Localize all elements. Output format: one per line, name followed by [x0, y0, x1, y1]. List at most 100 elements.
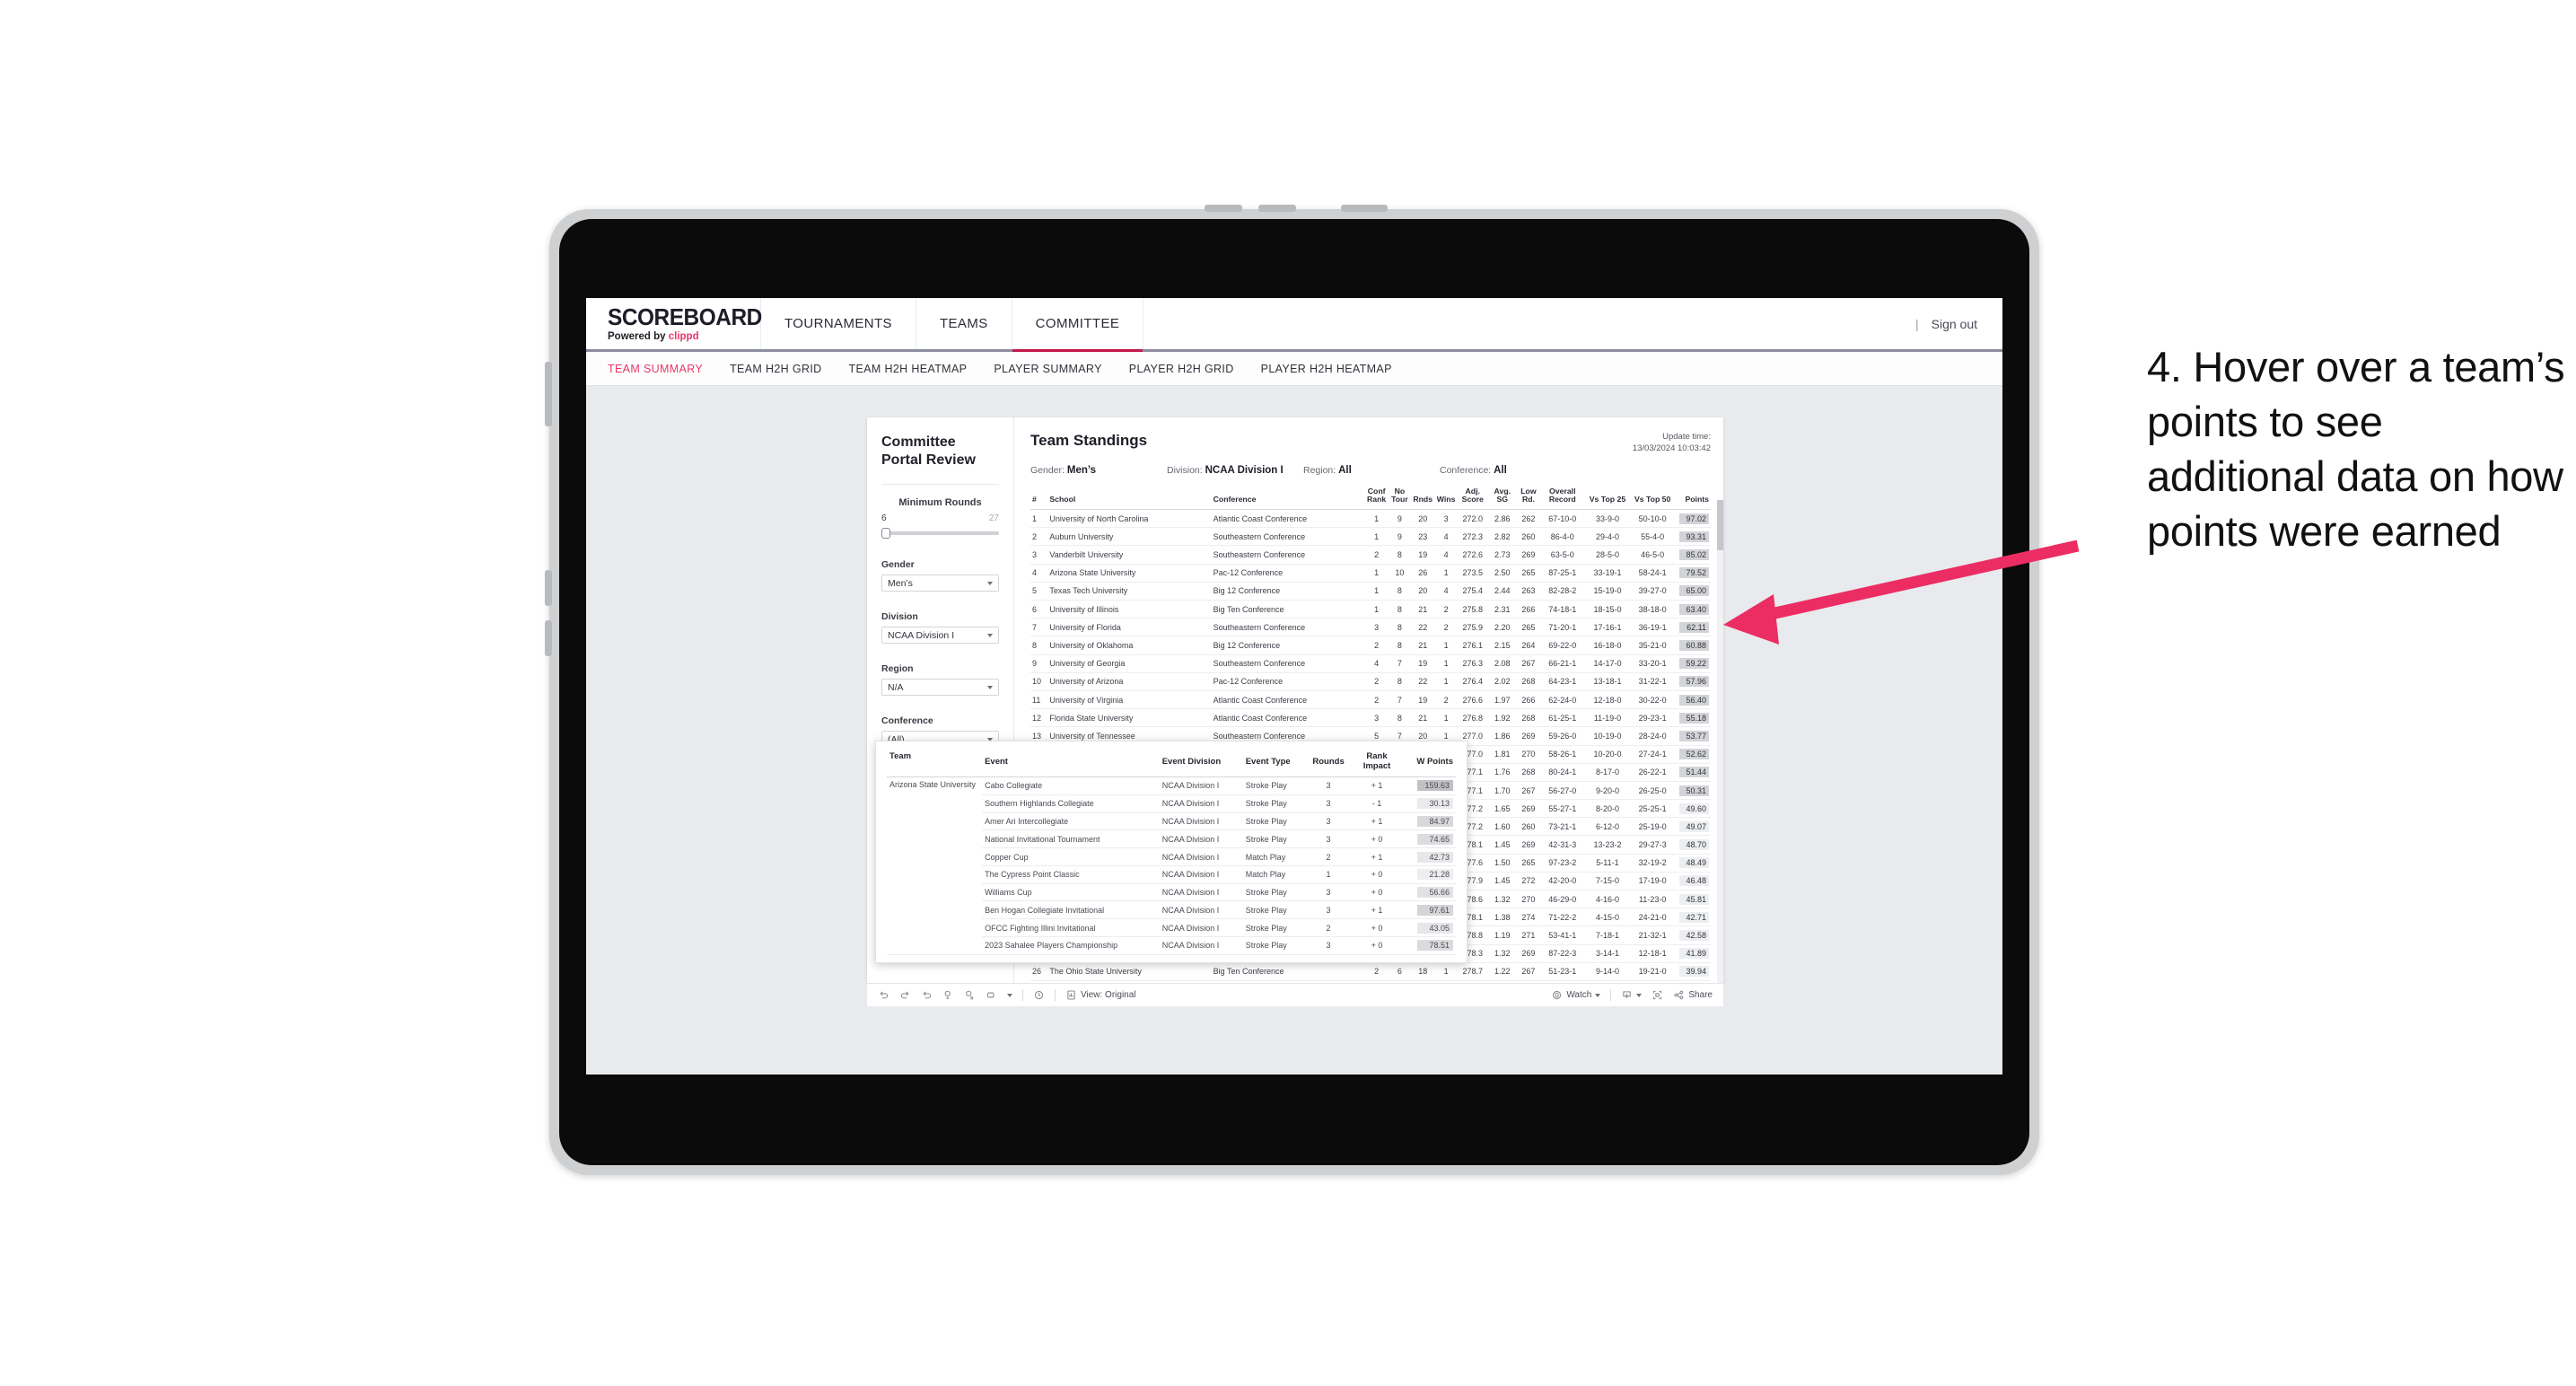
tab-player-h2h-grid[interactable]: PLAYER H2H GRID [1129, 363, 1234, 375]
points-value[interactable]: 39.94 [1679, 966, 1709, 978]
cell-points[interactable]: 42.58 [1675, 925, 1711, 945]
cell-points[interactable]: 51.44 [1675, 763, 1711, 782]
col-low-rd[interactable]: Low Rd. [1517, 484, 1540, 511]
cell-points[interactable]: 41.89 [1675, 944, 1711, 963]
points-value[interactable]: 49.60 [1679, 803, 1709, 814]
pause-autoupdate-icon[interactable] [964, 989, 976, 1001]
col-conf-rank[interactable]: Conf Rank [1364, 484, 1389, 511]
table-row[interactable]: 5 Texas Tech University Big 12 Conference 1… [1030, 582, 1711, 601]
table-row[interactable]: 8 University of Oklahoma Big 12 Conference… [1030, 636, 1711, 655]
col-vs-top-50[interactable]: Vs Top 50 [1630, 484, 1676, 511]
col-adj-score[interactable]: Adj. Score [1458, 484, 1488, 511]
col-rank[interactable]: # [1030, 484, 1048, 511]
cell-points[interactable]: 49.60 [1675, 799, 1711, 819]
redo-icon[interactable] [899, 989, 911, 1001]
slider-handle[interactable] [881, 528, 890, 539]
table-row[interactable]: 11 University of Virginia Atlantic Coast C… [1030, 690, 1711, 710]
col-rnds[interactable]: Rnds [1411, 484, 1435, 511]
chevron-down-icon[interactable] [1007, 993, 1012, 997]
table-row[interactable]: 2 Auburn University Southeastern Conferenc… [1030, 527, 1711, 547]
col-avg-sg[interactable]: Avg. SG [1487, 484, 1518, 511]
download-button[interactable] [1621, 989, 1643, 1001]
col-vs-top-25[interactable]: Vs Top 25 [1584, 484, 1631, 511]
col-conference[interactable]: Conference [1211, 484, 1365, 511]
nav-item-committee[interactable]: COMMITTEE [1012, 298, 1144, 352]
cell-points[interactable]: 42.71 [1675, 908, 1711, 927]
sign-out-link[interactable]: Sign out [1932, 317, 1977, 331]
minimum-rounds-slider[interactable] [881, 527, 999, 539]
cell-points[interactable]: 46.48 [1675, 872, 1711, 891]
fullscreen-icon[interactable] [1652, 989, 1663, 1001]
revert-icon[interactable] [921, 989, 933, 1001]
cell-points[interactable]: 48.49 [1675, 854, 1711, 873]
table-row[interactable]: 26 The Ohio State University Big Ten Confe… [1030, 962, 1711, 981]
tab-player-summary[interactable]: PLAYER SUMMARY [994, 363, 1101, 375]
cell-n: 2 [1030, 527, 1048, 547]
points-value[interactable]: 45.81 [1679, 893, 1709, 905]
points-value[interactable]: 42.58 [1679, 930, 1709, 941]
tab-team-h2h-grid[interactable]: TEAM H2H GRID [730, 363, 821, 375]
points-value[interactable]: 49.07 [1679, 820, 1709, 832]
cell-points[interactable]: 48.70 [1675, 835, 1711, 855]
filter-region-select[interactable]: N/A [881, 679, 999, 696]
cell-notour: 8 [1388, 582, 1412, 601]
toolbar-right-group: Watch Share [1551, 989, 1713, 1001]
table-row[interactable]: 3 Vanderbilt University Southeastern Confe… [1030, 545, 1711, 565]
table-row[interactable]: 12 Florida State University Atlantic Coast… [1030, 708, 1711, 728]
nav-item-tournaments[interactable]: TOURNAMENTS [761, 298, 916, 349]
points-value[interactable]: 57.96 [1679, 676, 1709, 688]
points-value[interactable]: 50.31 [1679, 785, 1709, 796]
points-value[interactable]: 41.89 [1679, 948, 1709, 960]
table-row[interactable]: 10 University of Arizona Pac-12 Conference… [1030, 672, 1711, 691]
points-value[interactable]: 51.44 [1679, 767, 1709, 778]
undo-icon[interactable] [878, 989, 889, 1001]
nav-item-teams[interactable]: TEAMS [916, 298, 1012, 349]
cell-points[interactable]: 39.94 [1675, 962, 1711, 981]
filter-gender-select[interactable]: Men’s [881, 575, 999, 592]
tab-team-summary[interactable]: TEAM SUMMARY [608, 363, 703, 375]
points-value[interactable]: 55.18 [1679, 712, 1709, 724]
points-value[interactable]: 56.40 [1679, 694, 1709, 706]
refresh-data-icon[interactable] [942, 989, 954, 1001]
points-value[interactable]: 48.49 [1679, 857, 1709, 869]
col-overall-record[interactable]: Overall Record [1539, 484, 1585, 511]
points-value[interactable]: 42.71 [1679, 911, 1709, 923]
tab-player-h2h-heatmap[interactable]: PLAYER H2H HEATMAP [1261, 363, 1392, 375]
col-no-tour[interactable]: No Tour [1388, 484, 1412, 511]
slider-track[interactable] [881, 531, 999, 535]
watch-button[interactable]: Watch [1551, 989, 1601, 1001]
points-value[interactable]: 53.77 [1679, 730, 1709, 741]
pause-icon[interactable] [986, 989, 997, 1001]
cell-points[interactable]: 56.40 [1675, 690, 1711, 710]
table-row[interactable]: 4 Arizona State University Pac-12 Conferen… [1030, 564, 1711, 583]
cell-points[interactable]: 53.77 [1675, 726, 1711, 746]
table-row[interactable]: 7 University of Florida Southeastern Confe… [1030, 618, 1711, 637]
cell-points[interactable]: 45.81 [1675, 890, 1711, 909]
view-original-button[interactable]: View: Original [1065, 989, 1136, 1001]
col-school[interactable]: School [1047, 484, 1212, 511]
share-button[interactable]: Share [1673, 989, 1713, 1001]
points-value[interactable]: 97.02 [1679, 513, 1709, 524]
points-value[interactable]: 46.48 [1679, 875, 1709, 887]
cell-points[interactable]: 49.07 [1675, 817, 1711, 837]
cell-n: 6 [1030, 600, 1048, 619]
cell-points[interactable]: 97.02 [1675, 509, 1711, 529]
col-points[interactable]: Points [1675, 484, 1711, 511]
table-row[interactable]: 1 University of North Carolina Atlantic Co… [1030, 509, 1711, 529]
points-value[interactable]: 52.62 [1679, 749, 1709, 760]
points-value[interactable]: 48.70 [1679, 839, 1709, 851]
cell-points[interactable]: 55.18 [1675, 708, 1711, 728]
cell-points[interactable]: 50.31 [1675, 781, 1711, 801]
cell-t25: 16-18-0 [1584, 636, 1631, 655]
table-row[interactable]: 9 University of Georgia Southeastern Confe… [1030, 654, 1711, 673]
brand-logo[interactable]: SCOREBOARD Powered by clippd [586, 298, 762, 349]
history-icon[interactable] [1033, 989, 1045, 1001]
table-row[interactable]: 6 University of Illinois Big Ten Conferenc… [1030, 600, 1711, 619]
tab-team-h2h-heatmap[interactable]: TEAM H2H HEATMAP [849, 363, 968, 375]
cell-points[interactable]: 52.62 [1675, 745, 1711, 764]
cell-points[interactable]: 57.96 [1675, 672, 1711, 691]
filter-division-select[interactable]: NCAA Division I [881, 627, 999, 644]
col-wins[interactable]: Wins [1434, 484, 1459, 511]
cell-sg: 1.38 [1487, 908, 1518, 927]
tooltip-wpoints-value: 56.66 [1417, 887, 1453, 899]
